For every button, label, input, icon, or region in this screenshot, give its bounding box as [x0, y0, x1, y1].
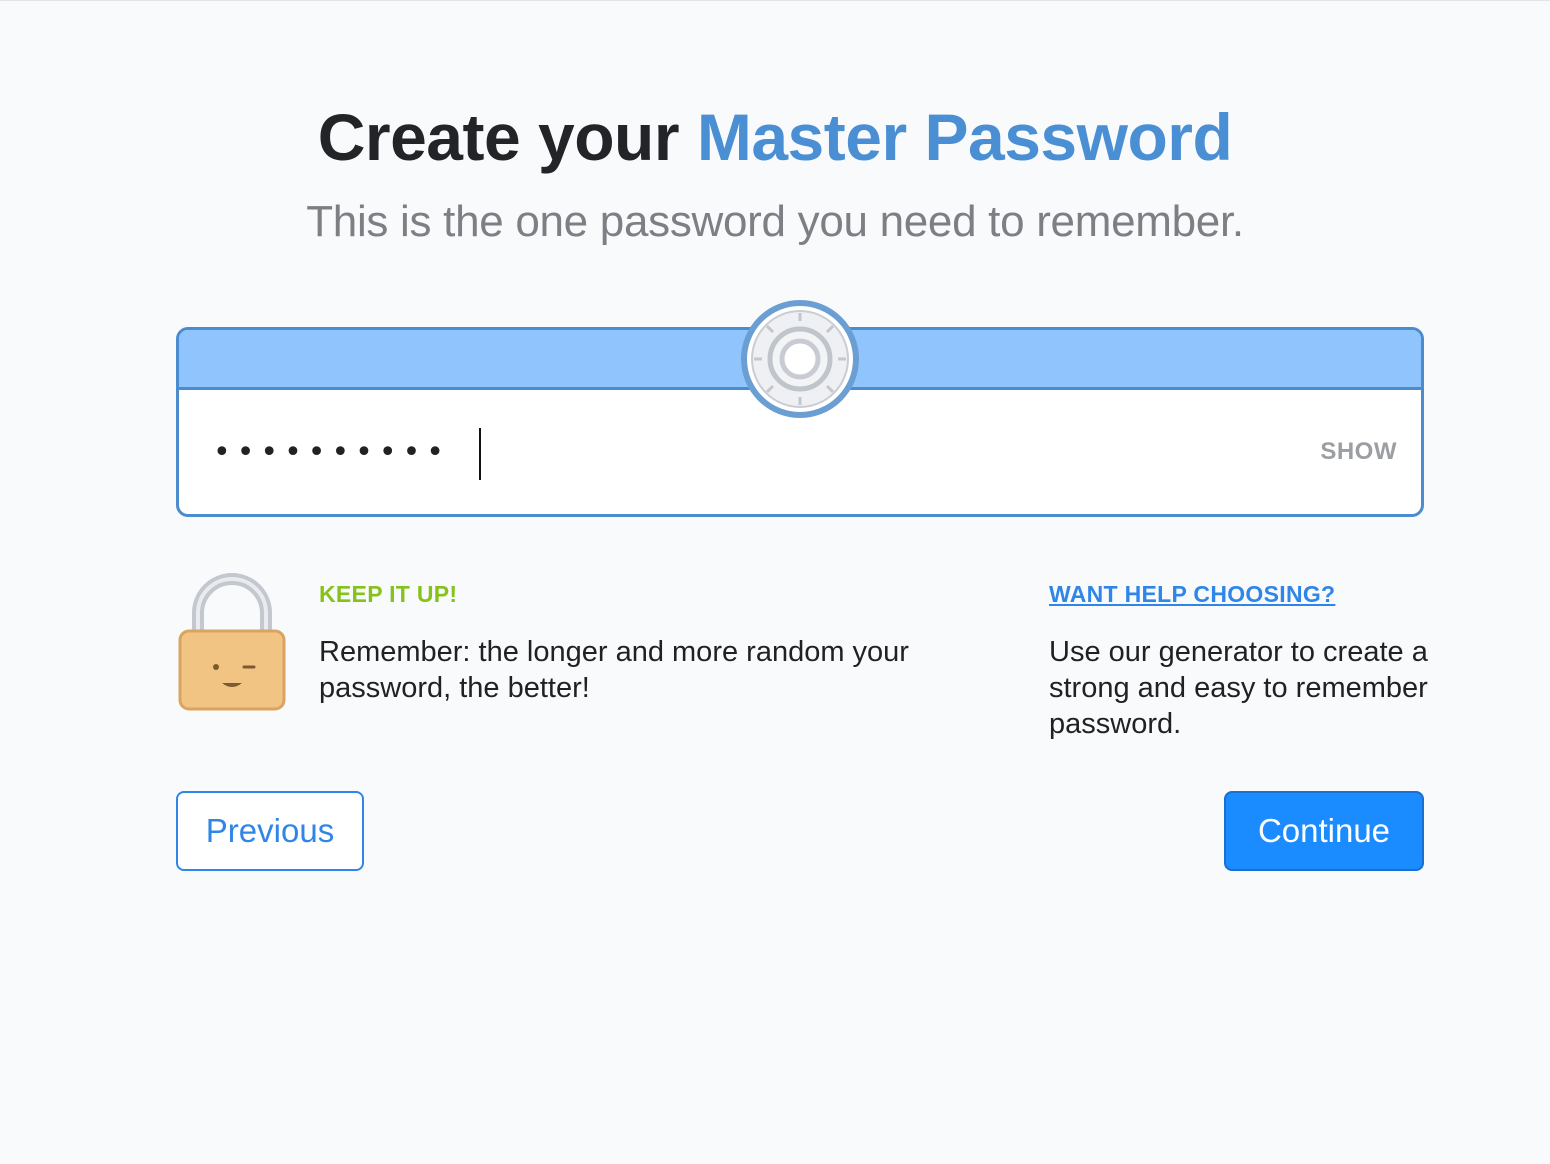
padlock-face-icon — [178, 573, 286, 711]
help-choosing-link[interactable]: WANT HELP CHOOSING? — [1049, 581, 1335, 608]
title-prefix: Create your — [317, 100, 680, 174]
strength-heading: KEEP IT UP! — [319, 581, 458, 607]
show-password-button[interactable]: SHOW — [1320, 438, 1397, 466]
vault-dial-icon — [741, 300, 859, 418]
text-caret — [479, 428, 481, 480]
help-text: Use our generator to create a strong and… — [1049, 636, 1428, 740]
continue-button[interactable]: Continue — [1224, 791, 1424, 871]
master-password-input[interactable] — [213, 422, 1213, 482]
page-title: Create your Master Password — [0, 99, 1550, 175]
title-accent: Master Password — [696, 100, 1233, 174]
strength-tip-text: Remember: the longer and more random you… — [319, 636, 909, 704]
previous-button[interactable]: Previous — [176, 791, 364, 871]
page-subtitle: This is the one password you need to rem… — [306, 197, 1244, 246]
